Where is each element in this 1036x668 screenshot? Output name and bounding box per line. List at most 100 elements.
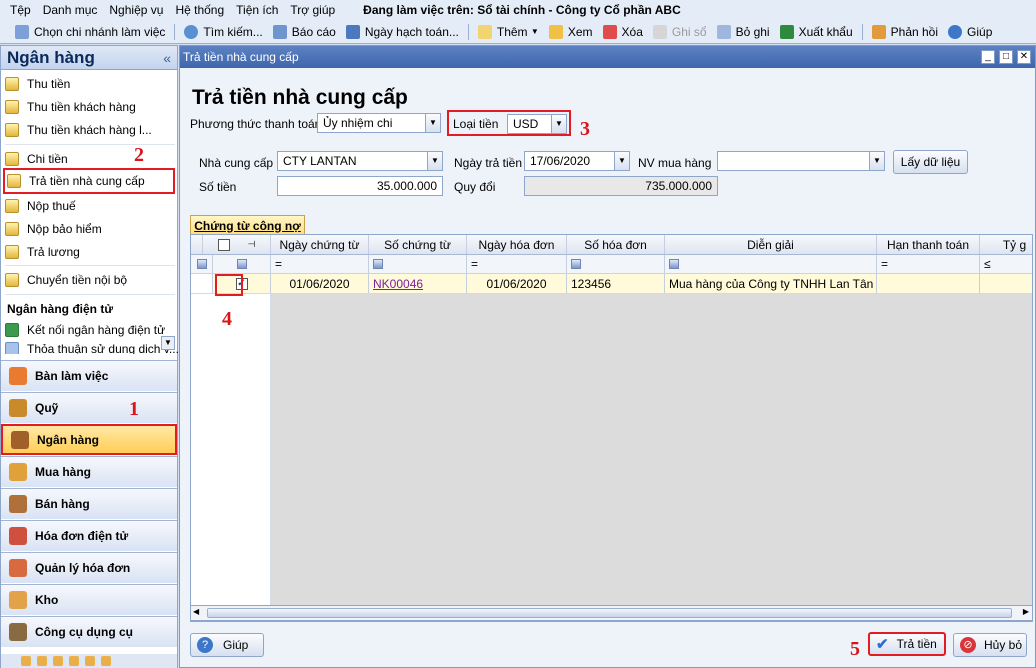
add-button[interactable]: Thêm ▼ [473, 24, 544, 39]
folder-icon [5, 222, 19, 236]
sidebar-item-customer-receipt[interactable]: Thu tiền khách hàng [5, 97, 136, 117]
nav-sales[interactable]: Bán hàng [1, 488, 177, 519]
filter-select[interactable] [213, 255, 271, 273]
chevron-down-icon[interactable]: ▼ [427, 152, 442, 170]
checkbox-highlight [215, 274, 243, 296]
menu-help[interactable]: Trợ giúp [284, 3, 341, 17]
column-invoice-date[interactable]: Ngày hóa đơn [467, 235, 567, 254]
scroll-thumb[interactable] [207, 608, 1012, 618]
maximize-button[interactable]: □ [999, 50, 1013, 64]
filter-invoice-date[interactable]: = [467, 255, 567, 273]
document-icon [5, 342, 19, 354]
filter-doc-date[interactable]: = [271, 255, 369, 273]
chevron-down-icon[interactable]: ▼ [614, 152, 629, 170]
menu-file[interactable]: Tệp [4, 3, 37, 17]
nav-einvoice[interactable]: Hóa đơn điện tử [1, 520, 177, 551]
minimize-button[interactable]: _ [981, 50, 995, 64]
sidebar-item-payment[interactable]: Chi tiền [5, 149, 68, 169]
sidebar-divider [5, 265, 175, 266]
pay-date-input[interactable]: 17/06/2020 ▼ [524, 151, 630, 171]
menu-system[interactable]: Hệ thống [169, 3, 230, 17]
menu-catalog[interactable]: Danh mục [37, 3, 104, 17]
supplier-select[interactable]: CTY LANTAN ▼ [277, 151, 443, 171]
search-button[interactable]: Tìm kiếm... [179, 24, 267, 39]
select-all-checkbox[interactable] [217, 238, 230, 251]
nav-warehouse[interactable]: Kho [1, 584, 177, 615]
sidebar-item-customer-receipt-more[interactable]: Thu tiền khách hàng l... [5, 120, 152, 140]
sidebar-item-receipt[interactable]: Thu tiền [5, 74, 70, 94]
report-button[interactable]: Báo cáo [268, 24, 341, 39]
scroll-left-icon[interactable]: ◀ [193, 607, 199, 616]
converted-amount: 735.000.000 [524, 176, 718, 196]
window-title: Trả tiền nhà cung cấp [183, 50, 299, 64]
grid-empty-left [191, 294, 271, 614]
sidebar-section-ebank: Ngân hàng điện tử [7, 302, 114, 316]
sidebar-item-insurance[interactable]: Nộp bảo hiểm [5, 219, 102, 239]
sidebar-item-internal-transfer[interactable]: Chuyển tiền nội bộ [5, 270, 127, 290]
sidebar-divider [5, 294, 175, 295]
export-button[interactable]: Xuất khẩu [775, 24, 858, 39]
module-icon [85, 656, 95, 666]
sidebar-item-ebank-agreement[interactable]: Thỏa thuận sử dụng dịch v... [5, 342, 179, 354]
sidebar-item-tax[interactable]: Nộp thuế [5, 196, 76, 216]
column-doc-date[interactable]: Ngày chứng từ [271, 235, 369, 254]
column-exchange-rate[interactable]: Tỷ g [980, 235, 1032, 254]
help-toolbar-button[interactable]: Giúp [943, 24, 997, 39]
nav-desk[interactable]: Bàn làm việc [1, 360, 177, 391]
select-all-column[interactable]: ⊣ [203, 235, 271, 254]
payment-method-select[interactable]: Ủy nhiệm chi ▼ [317, 113, 441, 133]
nav-invoice-management[interactable]: Quản lý hóa đơn [1, 552, 177, 583]
nav-overflow-bar[interactable] [1, 654, 177, 668]
filter-due-date[interactable]: = [877, 255, 980, 273]
filter-description[interactable] [665, 255, 877, 273]
scroll-right-icon[interactable]: ▶ [1023, 607, 1029, 616]
currency-select[interactable]: USD ▼ [507, 114, 567, 134]
sidebar-item-supplier-payment[interactable]: Trả tiền nhà cung cấp [3, 168, 175, 194]
doc-number-link[interactable]: NK00046 [373, 277, 423, 291]
post-button[interactable]: Ghi sổ [648, 24, 712, 39]
window-title-bar: Trả tiền nhà cung cấp _ □ ✕ [180, 46, 1035, 68]
collapse-icon[interactable]: « [163, 50, 171, 66]
cell-doc-number[interactable]: NK00046 [369, 274, 467, 293]
chevron-down-icon[interactable]: ▼ [425, 114, 440, 132]
menu-utilities[interactable]: Tiện ích [230, 3, 284, 17]
nav-purchase[interactable]: Mua hàng [1, 456, 177, 487]
filter-doc-number[interactable] [369, 255, 467, 273]
purchaser-select[interactable]: ▼ [717, 151, 885, 171]
filter-invoice-number[interactable] [567, 255, 665, 273]
column-doc-number[interactable]: Số chứng từ [369, 235, 467, 254]
column-invoice-number[interactable]: Số hóa đơn [567, 235, 665, 254]
row-header [191, 274, 213, 293]
payment-method-label: Phương thức thanh toán [190, 117, 322, 131]
table-row[interactable]: ✓ 01/06/2020 NK00046 01/06/2020 123456 M… [191, 274, 1032, 294]
page-title: Trả tiền nhà cung cấp [192, 86, 408, 109]
filter-exchange-rate[interactable]: ≤ [980, 255, 1032, 273]
close-button[interactable]: ✕ [1017, 50, 1031, 64]
cell-description: Mua hàng của Công ty TNHH Lan Tân t [665, 274, 877, 293]
posting-date-button[interactable]: Ngày hạch toán... [341, 24, 464, 39]
amount-input[interactable]: 35.000.000 [277, 176, 443, 196]
chevron-down-icon[interactable]: ▼ [551, 115, 566, 133]
nav-cash[interactable]: Quỹ [1, 392, 177, 423]
help-button[interactable]: ? Giúp [190, 633, 264, 657]
unpost-button[interactable]: Bỏ ghi [712, 24, 775, 39]
branch-button[interactable]: Chọn chi nhánh làm việc [10, 24, 170, 39]
sidebar-item-salary[interactable]: Trả lương [5, 242, 80, 262]
sidebar-item-ebank-connect[interactable]: Kết nối ngân hàng điện tử [5, 320, 165, 340]
nav-tools[interactable]: Công cụ dụng cụ [1, 616, 177, 647]
delete-button[interactable]: Xóa [598, 24, 648, 39]
cancel-button[interactable]: ⊘ Hủy bỏ [953, 633, 1027, 657]
nav-bank[interactable]: Ngân hàng [1, 424, 177, 455]
sidebar-scroll-down[interactable]: ▼ [161, 336, 175, 350]
fetch-data-button[interactable]: Lấy dữ liệu [893, 150, 968, 174]
menu-operations[interactable]: Nghiệp vụ [103, 3, 169, 17]
column-description[interactable]: Diễn giải [665, 235, 877, 254]
tab-debt-documents[interactable]: Chứng từ công nợ [190, 215, 305, 235]
feedback-button[interactable]: Phản hồi [867, 24, 943, 39]
pay-button[interactable]: ✔ Trả tiền [868, 632, 946, 656]
grid-horizontal-scrollbar[interactable]: ◀ ▶ [190, 605, 1033, 621]
step-marker-1: 1 [129, 398, 139, 420]
column-due-date[interactable]: Hạn thanh toán [877, 235, 980, 254]
chevron-down-icon[interactable]: ▼ [869, 152, 884, 170]
view-button[interactable]: Xem [544, 24, 598, 39]
